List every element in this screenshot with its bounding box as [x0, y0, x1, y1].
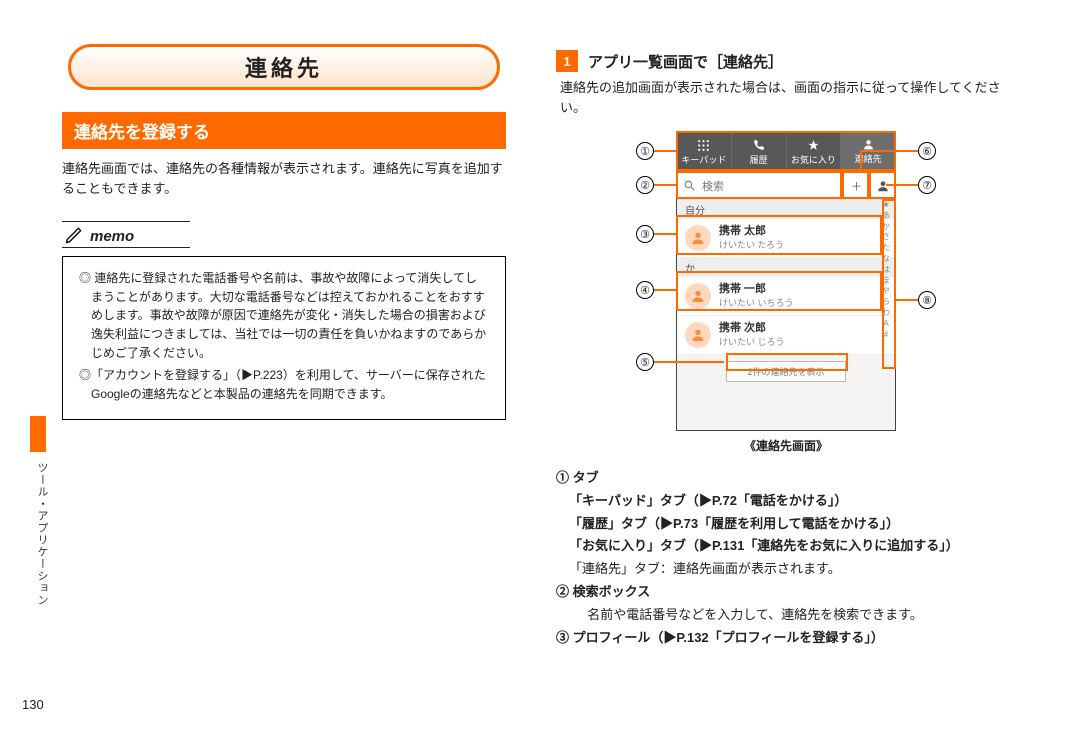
left-column: 連絡先 連絡先を登録する 連絡先画面では、連絡先の各種情報が表示されます。連絡先… — [62, 44, 506, 420]
callout-marker: ① — [636, 142, 654, 160]
callout-marker: ④ — [636, 281, 654, 299]
step-note: 連絡先の追加画面が表示された場合は、画面の指示に従って操作してください。 — [560, 78, 1016, 117]
callout-line — [654, 150, 676, 152]
step-number: 1 — [556, 50, 578, 72]
group-header: 自分 — [677, 200, 895, 219]
callout-descriptions: ① タブ 「キーパッド」タブ（▶P.72「電話をかける」） 「履歴」タブ（▶P.… — [556, 468, 1016, 648]
contact-row-profile[interactable]: 携帯 太郎 けいたい たろう — [677, 219, 895, 258]
desc-line: 「連絡先」タブ：連絡先画面が表示されます。 — [569, 561, 841, 576]
callout-line — [654, 184, 676, 186]
desc-line: 「お気に入り」タブ（▶P.131「連絡先をお気に入りに追加する」） — [569, 538, 959, 553]
figure-caption: 《連絡先画面》 — [556, 437, 1016, 454]
side-orange-tab — [30, 416, 46, 452]
person-icon — [862, 138, 875, 151]
memo-item: ◎「アカウントを登録する」（▶P.223）を利用して、サーバーに保存されたGoo… — [79, 366, 489, 403]
callout-marker: ③ — [636, 225, 654, 243]
desc-head: ③ プロフィール（▶P.132「プロフィールを登録する」） — [556, 628, 1016, 649]
manual-page: ツール・アプリケーション 130 連絡先 連絡先を登録する 連絡先画面では、連絡… — [0, 0, 1080, 734]
memo-item: ◎ 連絡先に登録された電話番号や名前は、事故や故障によって消失してしまうことがあ… — [79, 269, 489, 362]
star-icon — [807, 139, 820, 152]
tab-favorites[interactable]: お気に入り — [787, 132, 842, 172]
tab-label: お気に入り — [791, 153, 836, 166]
desc-head: ① タブ — [556, 468, 1016, 489]
callout-marker: ⑥ — [918, 142, 936, 160]
callout-line — [860, 150, 862, 172]
search-input[interactable]: 検索 — [677, 178, 843, 194]
contact-kana: けいたい いちろう — [719, 296, 794, 309]
phone-mockup: キーパッド 履歴 お気に入り 連絡先 — [676, 131, 896, 431]
search-icon — [683, 179, 696, 192]
contact-row[interactable]: 携帯 一郎 けいたい いちろう — [677, 277, 895, 316]
group-header: か — [677, 258, 895, 277]
contact-name: 携帯 次郎 — [719, 322, 785, 334]
desc-line: 名前や電話番号などを入力して、連絡先を検索できます。 — [556, 605, 1016, 626]
tab-history[interactable]: 履歴 — [732, 132, 787, 172]
callout-line — [860, 150, 918, 152]
callout-line — [886, 184, 918, 186]
page-number: 130 — [22, 697, 44, 712]
keypad-icon — [697, 139, 710, 152]
callout-line — [654, 361, 724, 363]
contact-kana: けいたい じろう — [719, 335, 785, 348]
step-heading: 1 アプリ一覧画面で［連絡先］ — [556, 50, 1016, 72]
right-column: 1 アプリ一覧画面で［連絡先］ 連絡先の追加画面が表示された場合は、画面の指示に… — [556, 50, 1016, 650]
memo-label: memo — [90, 228, 134, 245]
callout-line — [896, 299, 918, 301]
step-title: アプリ一覧画面で［連絡先］ — [588, 51, 783, 72]
memo-heading: memo — [62, 221, 190, 248]
contact-row[interactable]: 携帯 次郎 けいたい じろう — [677, 316, 895, 355]
tab-label: 履歴 — [750, 153, 768, 166]
avatar — [685, 283, 711, 309]
desc-line: 「履歴」タブ（▶P.73「履歴を利用して電話をかける」） — [569, 516, 899, 531]
callout-line — [654, 289, 676, 291]
desc-line: 「キーパッド」タブ（▶P.72「電話をかける」） — [569, 493, 847, 508]
show-more-contacts[interactable]: 2件の連絡先を表示 — [726, 361, 846, 382]
avatar — [685, 322, 711, 348]
phone-tabs: キーパッド 履歴 お気に入り 連絡先 — [677, 132, 895, 172]
callout-marker: ⑧ — [918, 291, 936, 309]
pencil-icon — [64, 225, 84, 245]
figure-wrap: キーパッド 履歴 お気に入り 連絡先 — [630, 131, 942, 431]
phone-icon — [752, 139, 765, 152]
callout-marker: ② — [636, 176, 654, 194]
side-section-label: ツール・アプリケーション — [34, 462, 48, 606]
callout-line — [654, 233, 676, 235]
tab-label: キーパッド — [681, 153, 726, 166]
memo-box: ◎ 連絡先に登録された電話番号や名前は、事故や故障によって消失してしまうことがあ… — [62, 256, 506, 420]
desc-head: ② 検索ボックス — [556, 582, 1016, 603]
section-lead: 連絡先画面では、連絡先の各種情報が表示されます。連絡先に写真を追加することもでき… — [62, 159, 506, 199]
section-heading: 連絡先を登録する — [62, 112, 506, 149]
contact-kana: けいたい たろう — [719, 238, 784, 251]
chapter-title: 連絡先 — [68, 44, 500, 90]
tab-contacts[interactable]: 連絡先 — [841, 132, 895, 172]
tab-keypad[interactable]: キーパッド — [677, 132, 732, 172]
tab-label: 連絡先 — [855, 152, 882, 165]
contact-name: 携帯 太郎 — [719, 225, 784, 237]
search-row: 検索 ＋ — [677, 172, 895, 200]
search-placeholder: 検索 — [702, 178, 724, 194]
callout-marker: ⑤ — [636, 353, 654, 371]
add-contact-button[interactable]: ＋ — [843, 172, 869, 199]
index-scroller[interactable]: ★あかさたなはまやらわA# — [879, 200, 893, 340]
contact-name: 携帯 一郎 — [719, 283, 794, 295]
callout-marker: ⑦ — [918, 176, 936, 194]
avatar — [685, 225, 711, 251]
